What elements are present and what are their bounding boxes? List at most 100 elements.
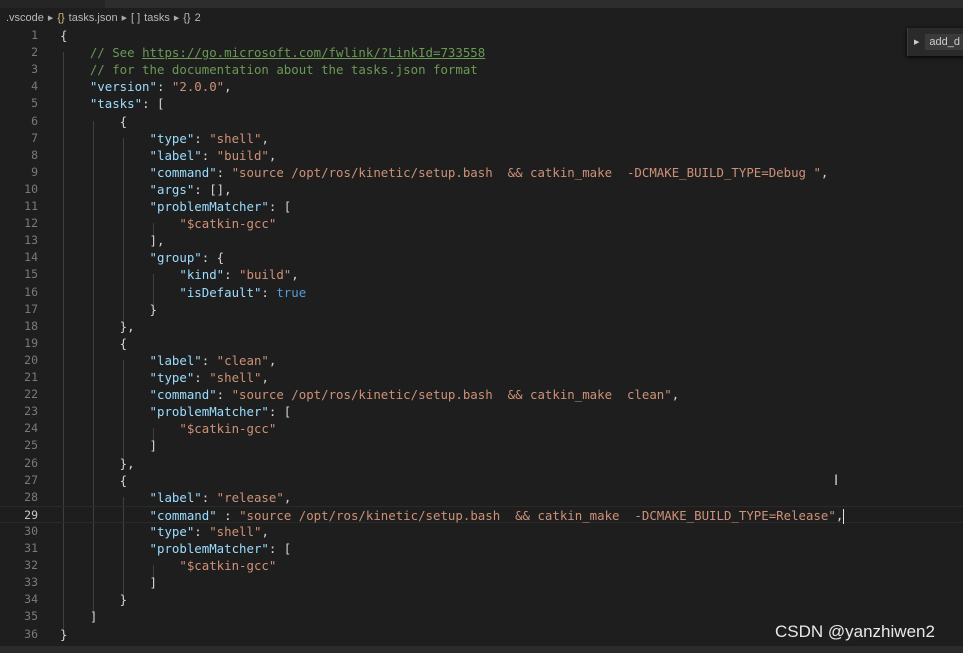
chevron-right-icon: ▶ [173, 15, 180, 22]
code-line[interactable]: 23 "problemMatcher": [ [0, 403, 963, 420]
punctuation: , [835, 507, 844, 523]
punctuation: : [224, 267, 240, 283]
line-number: 26 [24, 455, 38, 470]
line-number: 16 [24, 284, 38, 299]
code-line[interactable]: 19 { [0, 335, 963, 352]
code-line[interactable]: 29 "command" : "source /opt/ros/kinetic/… [0, 505, 963, 524]
code-text: "tasks": [ [60, 95, 165, 112]
json-key: "label" [149, 489, 202, 505]
code-line[interactable]: 31 "problemMatcher": [ [0, 540, 963, 557]
code-text: ] [60, 574, 157, 591]
json-key: "args" [149, 181, 195, 197]
code-text: "args": [], [60, 181, 232, 198]
punctuation: : [194, 370, 210, 385]
comment-link[interactable]: https://go.microsoft.com/fwlink/?LinkId=… [142, 45, 485, 60]
punctuation: }, [60, 455, 135, 471]
code-line[interactable]: 22 "command": "source /opt/ros/kinetic/s… [0, 386, 963, 403]
outline-widget[interactable]: ▶ add_d [907, 28, 963, 56]
code-text: }, [60, 455, 135, 472]
code-line[interactable]: 13 ], [0, 232, 963, 249]
breadcrumb-item-tasks-json[interactable]: tasks.json [69, 12, 118, 24]
code-line[interactable]: 12 "$catkin-gcc" [0, 215, 963, 232]
code-line[interactable]: 21 "type": "shell", [0, 369, 963, 386]
code-line[interactable]: 28 "label": "release", [0, 489, 963, 506]
code-line[interactable]: 3 // for the documentation about the tas… [0, 61, 963, 78]
punctuation [60, 216, 179, 231]
expand-arrow-icon[interactable]: ▶ [914, 38, 919, 46]
line-number: 6 [31, 113, 38, 128]
punctuation [60, 131, 150, 146]
breadcrumb-item-2[interactable]: 2 [195, 12, 201, 24]
code-line[interactable]: 7 "type": "shell", [0, 130, 963, 147]
code-line[interactable]: 25 ] [0, 437, 963, 454]
code-text: "isDefault": true [60, 284, 306, 301]
punctuation [60, 558, 179, 573]
json-string: "clean" [216, 352, 269, 368]
punctuation [60, 96, 90, 111]
code-line[interactable]: 20 "label": "clean", [0, 352, 963, 369]
breadcrumb: .vscode ▶ {} tasks.json ▶ [ ] tasks ▶ {} 2 [6, 9, 201, 27]
punctuation: , [820, 164, 829, 180]
code-line[interactable]: 2 // See https://go.microsoft.com/fwlink… [0, 44, 963, 61]
punctuation [60, 508, 150, 523]
code-line[interactable]: 18 }, [0, 318, 963, 335]
line-number: 8 [31, 147, 38, 162]
punctuation [60, 250, 150, 265]
code-editor[interactable]: 1{2 // See https://go.microsoft.com/fwli… [0, 27, 963, 645]
code-line[interactable]: 5 "tasks": [ [0, 95, 963, 112]
line-number: 10 [24, 181, 38, 196]
punctuation: } [60, 626, 68, 642]
json-key: "version" [89, 79, 157, 95]
code-line[interactable]: 4 "version": "2.0.0", [0, 78, 963, 95]
json-key: "kind" [179, 267, 225, 283]
code-line[interactable]: 24 "$catkin-gcc" [0, 420, 963, 437]
line-number: 12 [24, 216, 38, 231]
punctuation: { [60, 472, 128, 488]
punctuation: , [261, 523, 269, 539]
code-line[interactable]: 33 ] [0, 574, 963, 591]
code-text: "kind": "build", [60, 266, 298, 283]
json-string: "2.0.0" [171, 79, 225, 95]
punctuation [60, 387, 150, 402]
line-number: 14 [24, 250, 38, 265]
punctuation: ] [60, 609, 98, 625]
punctuation: : [216, 387, 232, 403]
json-string: "build" [239, 267, 292, 283]
code-line[interactable]: 6 { [0, 113, 963, 130]
punctuation [60, 267, 179, 282]
code-line[interactable]: 26 }, [0, 455, 963, 472]
code-line[interactable]: 14 "group": { [0, 249, 963, 266]
punctuation: , [261, 370, 269, 385]
code-text: { [60, 113, 127, 130]
punctuation: { [60, 28, 68, 43]
code-text: "$catkin-gcc" [60, 557, 276, 574]
status-bar [0, 646, 963, 653]
punctuation: : [201, 489, 217, 505]
breadcrumb-item-vscode[interactable]: .vscode [6, 12, 44, 24]
code-line[interactable]: 15 "kind": "build", [0, 266, 963, 283]
code-line[interactable]: 1{ [0, 27, 963, 44]
code-line[interactable]: 16 "isDefault": true [0, 284, 963, 301]
code-text: ] [60, 437, 157, 454]
code-text: "command": "source /opt/ros/kinetic/setu… [60, 164, 829, 181]
code-line[interactable]: 8 "label": "build", [0, 147, 963, 164]
code-line[interactable]: 27 { [0, 472, 963, 489]
code-text: } [60, 591, 127, 608]
line-number: 2 [31, 45, 38, 60]
code-text: } [60, 301, 157, 318]
punctuation: { [60, 113, 128, 129]
code-text: "command" : "source /opt/ros/kinetic/set… [60, 507, 845, 524]
code-text: "label": "clean", [60, 352, 277, 369]
code-line[interactable]: 30 "type": "shell", [0, 523, 963, 540]
array-brackets-icon: [ ] [130, 12, 141, 24]
code-line[interactable]: 11 "problemMatcher": [ [0, 198, 963, 215]
json-string: "build" [216, 147, 269, 163]
code-line[interactable]: 17 } [0, 301, 963, 318]
breadcrumb-item-tasks[interactable]: tasks [144, 12, 170, 24]
code-line[interactable]: 34 } [0, 591, 963, 608]
json-string: "$catkin-gcc" [179, 421, 277, 437]
chevron-right-icon: ▶ [47, 15, 54, 22]
code-line[interactable]: 10 "args": [], [0, 181, 963, 198]
code-line[interactable]: 9 "command": "source /opt/ros/kinetic/se… [0, 164, 963, 181]
code-line[interactable]: 32 "$catkin-gcc" [0, 557, 963, 574]
